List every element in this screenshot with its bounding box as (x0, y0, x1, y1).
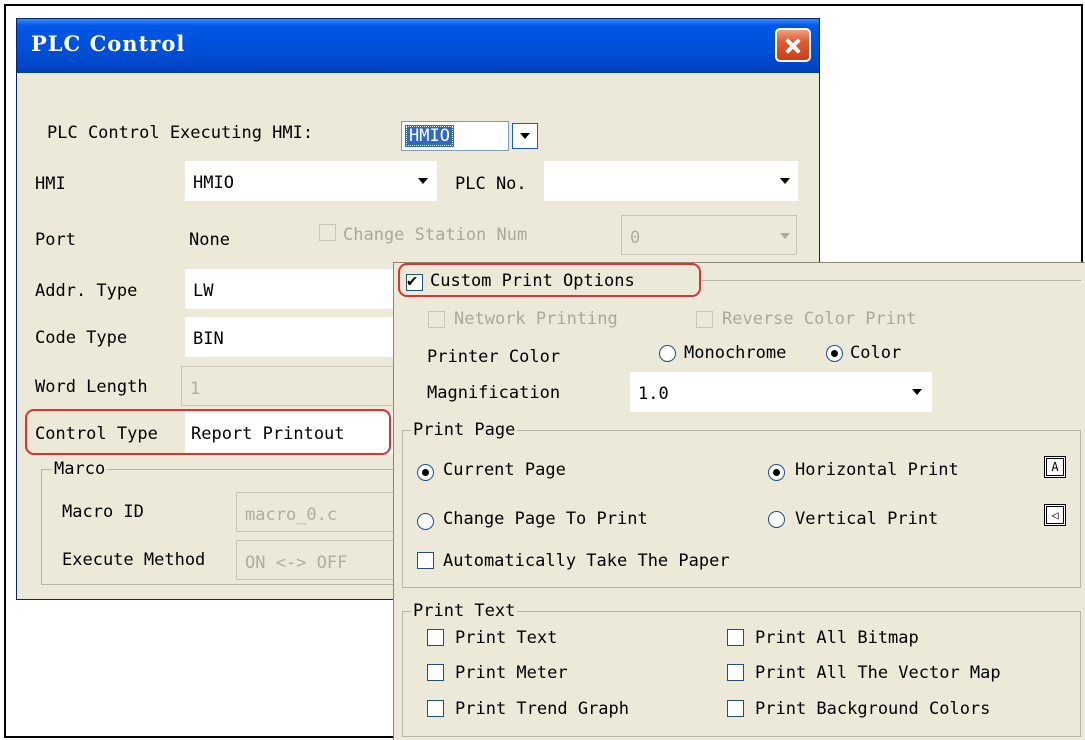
change-station-label: Change Station Num (343, 225, 528, 245)
hmi-select[interactable]: HMIO (185, 161, 437, 201)
print-text-group-title: Print Text (411, 601, 518, 621)
macro-id-value: macro_0.c (245, 505, 338, 525)
highlight-custom-print-options (398, 263, 701, 297)
plc-no-label: PLC No. (455, 174, 527, 194)
chevron-down-icon (780, 233, 790, 239)
color-label: Color (850, 343, 902, 363)
chevron-down-icon (912, 389, 922, 395)
highlight-control-type (25, 409, 391, 455)
print-page-group: Print Page Current Page Horizontal Print… (402, 420, 1081, 588)
printer-color-label: Printer Color (427, 347, 561, 367)
chevron-down-icon (418, 178, 428, 184)
vertical-print-label: Vertical Print (795, 509, 939, 529)
monochrome-radio[interactable] (659, 345, 676, 362)
horizontal-print-radio[interactable] (768, 464, 785, 481)
magnification-label: Magnification (427, 383, 561, 403)
execute-method-select[interactable]: ON <-> OFF (236, 540, 412, 580)
title-bar[interactable]: PLC Control (17, 19, 819, 73)
vertical-orientation-icon: ◁ (1044, 504, 1066, 526)
monochrome-label: Monochrome (684, 343, 787, 363)
exec-hmi-value: HMIO (405, 125, 454, 147)
execute-method-label: Execute Method (62, 550, 206, 570)
magnification-select[interactable]: 1.0 (630, 372, 932, 412)
color-radio[interactable] (826, 345, 843, 362)
dialog-title: PLC Control (31, 31, 186, 56)
current-page-radio[interactable] (417, 464, 434, 481)
horizontal-print-label: Horizontal Print (795, 460, 959, 480)
print-trend-checkbox[interactable] (427, 700, 444, 717)
network-printing-label: Network Printing (454, 309, 618, 329)
print-text-label: Print Text (455, 628, 558, 648)
print-text-group: Print Text Print Text Print All Bitmap P… (402, 601, 1081, 737)
print-background-label: Print Background Colors (755, 699, 991, 719)
print-text-checkbox[interactable] (427, 629, 444, 646)
port-value: None (189, 230, 230, 250)
horizontal-orientation-icon: A (1044, 456, 1066, 478)
word-length-label: Word Length (35, 377, 148, 397)
reverse-color-label: Reverse Color Print (722, 309, 917, 329)
hmi-value: HMIO (193, 173, 234, 193)
exec-hmi-dropdown-button[interactable] (512, 123, 538, 149)
addr-type-label: Addr. Type (35, 281, 138, 301)
chevron-down-icon (780, 178, 790, 184)
exec-hmi-select[interactable]: HMIO (401, 121, 509, 151)
reverse-color-checkbox[interactable] (696, 311, 713, 328)
code-type-select[interactable]: BIN (185, 317, 397, 357)
station-value: 0 (630, 228, 641, 248)
chevron-down-icon (520, 133, 530, 139)
print-trend-label: Print Trend Graph (455, 699, 629, 719)
current-page-label: Current Page (443, 460, 566, 480)
change-page-label: Change Page To Print (443, 509, 648, 529)
macro-id-select[interactable]: macro_0.c (236, 492, 412, 532)
auto-paper-label: Automatically Take The Paper (443, 551, 730, 571)
section-divider (702, 280, 1081, 281)
print-vector-checkbox[interactable] (727, 664, 744, 681)
addr-type-select[interactable]: LW (185, 269, 397, 309)
marco-group-title: Marco (52, 459, 108, 479)
exec-hmi-label: PLC Control Executing HMI: (47, 123, 314, 143)
addr-type-value: LW (193, 281, 214, 301)
print-meter-label: Print Meter (455, 663, 568, 683)
port-label: Port (35, 230, 76, 250)
code-type-value: BIN (193, 329, 224, 349)
change-station-checkbox[interactable] (319, 224, 336, 241)
auto-paper-checkbox[interactable] (417, 552, 434, 569)
print-bitmap-checkbox[interactable] (727, 629, 744, 646)
code-type-label: Code Type (35, 328, 128, 348)
magnification-value: 1.0 (638, 384, 669, 404)
word-length-field[interactable]: 1 (181, 366, 397, 406)
close-button[interactable] (775, 28, 811, 62)
network-printing-checkbox[interactable] (428, 311, 445, 328)
plc-no-select[interactable] (544, 161, 798, 201)
print-vector-label: Print All The Vector Map (755, 663, 1001, 683)
print-meter-checkbox[interactable] (427, 664, 444, 681)
vertical-print-radio[interactable] (768, 511, 785, 528)
print-background-checkbox[interactable] (727, 700, 744, 717)
execute-method-value: ON <-> OFF (245, 553, 348, 573)
change-page-radio[interactable] (417, 513, 434, 530)
word-length-value: 1 (190, 379, 201, 399)
station-select[interactable]: 0 (621, 215, 797, 255)
hmi-label: HMI (35, 174, 66, 194)
print-options-panel: Custom Print Options Network Printing Re… (393, 262, 1085, 740)
print-bitmap-label: Print All Bitmap (755, 628, 919, 648)
print-page-group-title: Print Page (411, 420, 518, 440)
marco-group: Marco Macro ID macro_0.c Execute Method … (41, 459, 412, 585)
macro-id-label: Macro ID (62, 502, 144, 522)
